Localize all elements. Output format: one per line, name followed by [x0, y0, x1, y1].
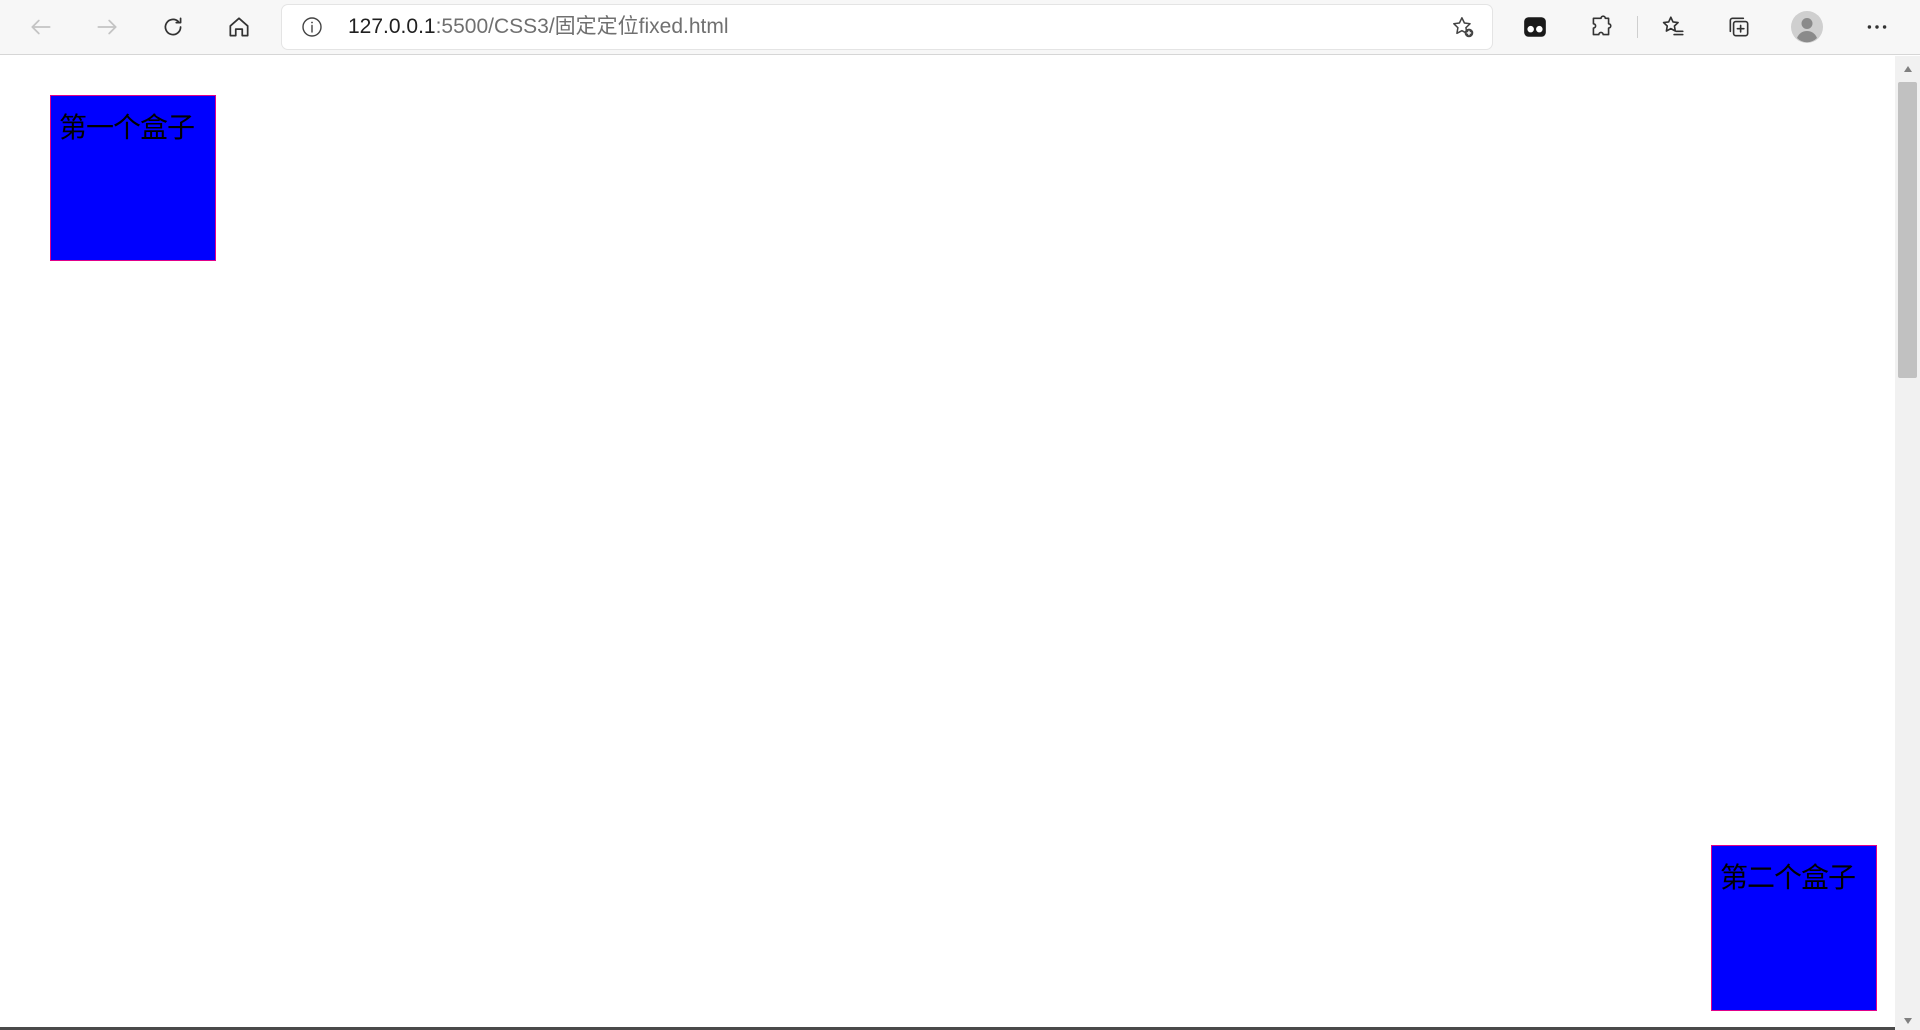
browser-toolbar: 127.0.0.1:5500/CSS3/固定定位fixed.html [0, 0, 1920, 55]
url-text[interactable]: 127.0.0.1:5500/CSS3/固定定位fixed.html [348, 5, 729, 49]
scroll-down-button[interactable] [1895, 1008, 1920, 1030]
home-button[interactable] [218, 6, 260, 48]
url-path: :5500/CSS3/固定定位fixed.html [435, 15, 729, 38]
url-host: 127.0.0.1 [348, 15, 436, 38]
extension-app-icon [1522, 14, 1548, 40]
forward-button[interactable] [86, 6, 128, 48]
caret-up-icon [1903, 58, 1913, 77]
info-icon[interactable] [300, 15, 324, 39]
profile-button[interactable] [1786, 6, 1828, 48]
scroll-up-button[interactable] [1895, 56, 1920, 78]
collections-icon [1726, 14, 1752, 40]
star-plus-icon[interactable] [1450, 14, 1476, 40]
favorites-button[interactable] [1652, 6, 1694, 48]
avatar-icon [1791, 11, 1823, 43]
first-box: 第一个盒子 [50, 95, 216, 261]
puzzle-icon [1588, 14, 1614, 40]
scroll-thumb[interactable] [1898, 82, 1917, 378]
more-menu-button[interactable] [1856, 6, 1898, 48]
address-bar[interactable]: 127.0.0.1:5500/CSS3/固定定位fixed.html [282, 5, 1492, 49]
extension-app-button[interactable] [1514, 6, 1556, 48]
arrow-left-icon [28, 14, 54, 40]
collections-button[interactable] [1718, 6, 1760, 48]
refresh-icon [160, 14, 186, 40]
vertical-scrollbar[interactable] [1895, 56, 1920, 1030]
home-icon [226, 14, 252, 40]
second-box: 第二个盒子 [1711, 845, 1877, 1011]
ellipsis-icon [1864, 14, 1890, 40]
reload-button[interactable] [152, 6, 194, 48]
toolbar-divider [1637, 16, 1638, 38]
extensions-button[interactable] [1580, 6, 1622, 48]
caret-down-icon [1903, 1010, 1913, 1029]
page-viewport: 第一个盒子 第二个盒子 [0, 56, 1895, 1030]
browser-window: 127.0.0.1:5500/CSS3/固定定位fixed.html 第一个盒子… [0, 0, 1920, 1030]
arrow-right-icon [94, 14, 120, 40]
back-button[interactable] [20, 6, 62, 48]
favorites-star-list-icon [1660, 14, 1686, 40]
